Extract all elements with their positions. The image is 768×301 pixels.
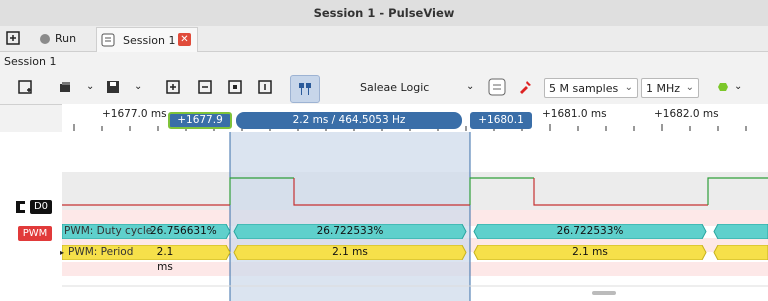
- add-view-icon[interactable]: [18, 80, 32, 94]
- period-annotation[interactable]: 2.1 ms: [478, 245, 702, 260]
- main-toolbar: ⌄ ⌄ Saleae Logic ⌄ 5 M samples ⌄ 1 MHz ⌄…: [0, 72, 768, 105]
- zoom-fit-icon[interactable]: [228, 80, 242, 94]
- trace-area[interactable]: [62, 132, 768, 301]
- session-view-icon: [101, 33, 115, 47]
- device-select[interactable]: Saleae Logic: [360, 81, 429, 94]
- open-icon[interactable]: [58, 80, 72, 94]
- probe-icon[interactable]: [518, 80, 532, 94]
- tick-label: +1677.0 ms: [102, 108, 167, 120]
- expand-icon[interactable]: ▸: [60, 248, 64, 257]
- samples-value: 5 M samples: [549, 81, 619, 95]
- horizontal-scrollbar[interactable]: [592, 291, 616, 295]
- decoder-pwm-label[interactable]: PWM: [18, 226, 52, 241]
- window-title: Session 1 - PulseView: [313, 6, 455, 20]
- channel-bracket-icon: [16, 201, 25, 213]
- samples-select[interactable]: 5 M samples ⌄: [544, 78, 638, 98]
- open-dropdown-icon[interactable]: ⌄: [86, 81, 94, 92]
- run-icon: [40, 33, 50, 44]
- close-icon[interactable]: ✕: [178, 33, 191, 46]
- cursor-right-label[interactable]: +1680.1 ms: [470, 112, 532, 143]
- tab-bar: Run Session 1 ✕: [0, 26, 768, 52]
- d0-waveform: [62, 177, 768, 206]
- title-bar: Session 1 - PulseView: [0, 0, 768, 27]
- channel-d0-label[interactable]: D0: [30, 200, 52, 214]
- session-tab-label: Session 1: [123, 33, 176, 47]
- channel-header-panel: [0, 132, 63, 301]
- device-dropdown-icon[interactable]: ⌄: [466, 81, 474, 92]
- run-button[interactable]: Run: [40, 30, 76, 47]
- cursor-toggle-button[interactable]: [290, 75, 320, 103]
- session-name: Session 1: [4, 55, 57, 68]
- duty-annotation[interactable]: 26.722533%: [238, 224, 462, 239]
- row-label-duty: PWM: Duty cycle: [64, 225, 153, 237]
- cursors-icon: [299, 83, 311, 95]
- decoder-dropdown-icon[interactable]: ⌄: [734, 81, 742, 92]
- chevron-down-icon: ⌄: [624, 82, 633, 93]
- chevron-down-icon: ⌄: [685, 82, 694, 93]
- cursor-span-label[interactable]: 2.2 ms / 464.5053 Hz: [236, 112, 462, 129]
- decoder-icon[interactable]: [714, 80, 732, 94]
- new-session-icon[interactable]: [6, 31, 20, 45]
- zoom-one-icon[interactable]: [258, 80, 272, 94]
- tab-session-1[interactable]: Session 1 ✕: [96, 27, 198, 52]
- duty-annotation[interactable]: 26.756631%: [150, 224, 217, 239]
- period-annotation[interactable]: 2.1 ms: [238, 245, 462, 260]
- row-label-period: PWM: Period: [68, 246, 134, 258]
- zoom-out-icon[interactable]: [198, 80, 212, 94]
- duty-annotation[interactable]: 26.722533%: [478, 224, 702, 239]
- zoom-in-icon[interactable]: [166, 80, 180, 94]
- tick-label: +1681.0 ms: [542, 108, 607, 120]
- period-annotation[interactable]: 2.1 ms: [150, 245, 180, 273]
- save-dropdown-icon[interactable]: ⌄: [134, 81, 142, 92]
- device-config-icon[interactable]: [488, 78, 506, 96]
- save-icon[interactable]: [106, 80, 120, 94]
- run-label: Run: [55, 32, 77, 45]
- rate-value: 1 MHz: [646, 81, 681, 95]
- cursor-left-label[interactable]: +1677.9 ms: [168, 112, 232, 139]
- rate-select[interactable]: 1 MHz ⌄: [641, 78, 699, 98]
- tick-label: +1682.0 ms: [654, 108, 719, 120]
- time-ruler[interactable]: +1677.0 ms +1681.0 ms +1682.0 ms +1677.9…: [62, 104, 768, 143]
